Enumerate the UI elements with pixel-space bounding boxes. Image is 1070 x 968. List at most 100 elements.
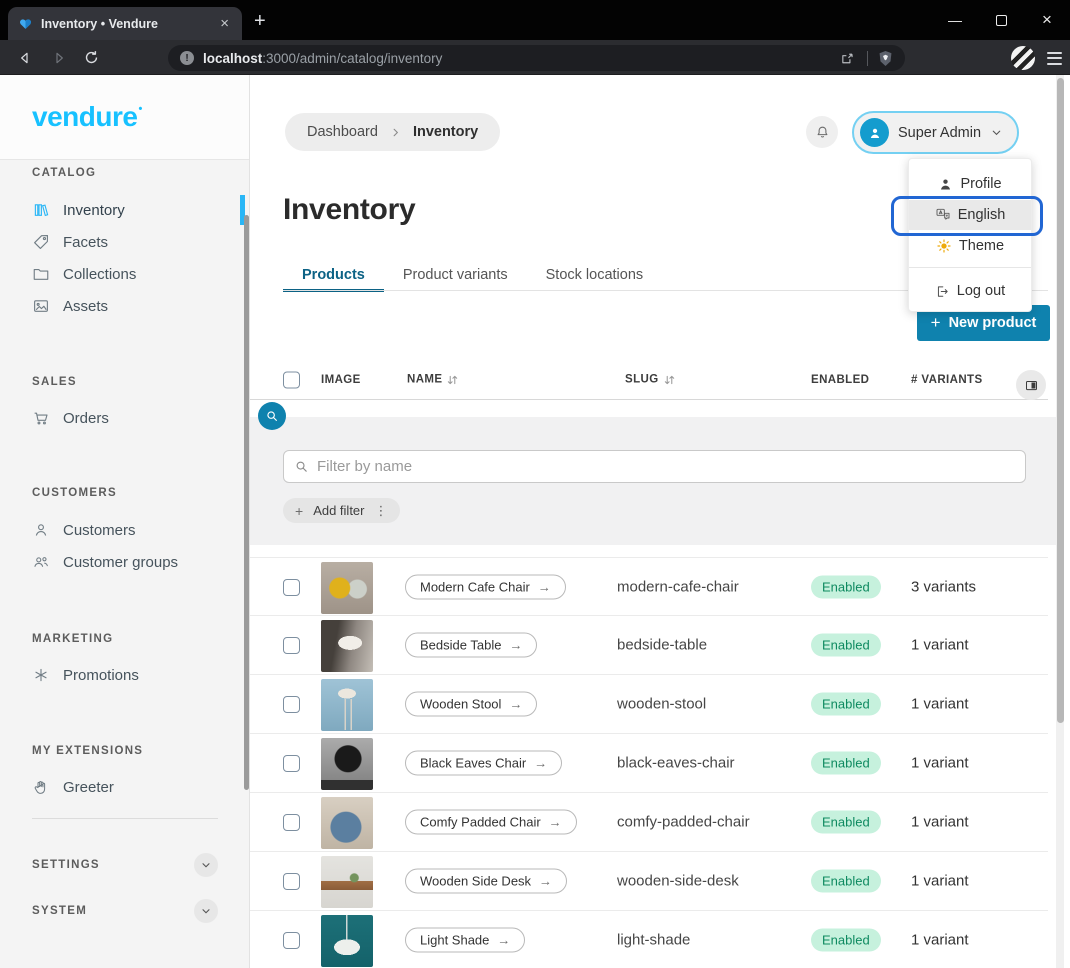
waving-hand-icon (32, 778, 50, 796)
reload-button[interactable] (76, 40, 106, 75)
product-slug: black-eaves-chair (617, 755, 735, 772)
product-image (321, 915, 373, 967)
status-badge: Enabled (811, 693, 881, 716)
sidebar-item-greeter[interactable]: Greeter (20, 773, 220, 801)
sidebar-scrollbar[interactable] (244, 215, 249, 790)
breadcrumb-dashboard[interactable]: Dashboard (307, 124, 378, 140)
product-image (321, 679, 373, 731)
bell-icon (814, 124, 831, 141)
sidebar-item-inventory[interactable]: Inventory (20, 196, 220, 224)
column-header-name[interactable]: NAME (407, 373, 459, 386)
section-label-customers: CUSTOMERS (32, 487, 117, 499)
arrow-right-icon: → (509, 638, 522, 653)
row-checkbox[interactable] (283, 873, 300, 890)
status-badge: Enabled (811, 752, 881, 775)
window-minimize-button[interactable]: — (932, 0, 978, 40)
product-name-link[interactable]: Black Eaves Chair→ (405, 751, 562, 776)
library-icon (32, 201, 50, 219)
product-name-link[interactable]: Wooden Side Desk→ (405, 869, 567, 894)
url-bar[interactable]: ! localhost:3000/admin/catalog/inventory (168, 45, 905, 71)
arrow-right-icon: → (534, 756, 547, 771)
status-badge: Enabled (811, 811, 881, 834)
chevron-down-icon[interactable] (194, 853, 218, 877)
column-header-slug[interactable]: SLUG (625, 373, 676, 386)
sidebar-item-facets[interactable]: Facets (20, 228, 220, 256)
chevron-down-icon[interactable] (194, 899, 218, 923)
menu-item-profile[interactable]: Profile (909, 169, 1031, 199)
browser-menu-icon[interactable] (1047, 52, 1062, 65)
page-scrollbar-thumb[interactable] (1057, 78, 1064, 723)
sidebar-item-promotions[interactable]: Promotions (20, 661, 220, 689)
variant-count: 1 variant (911, 637, 969, 654)
variant-count: 3 variants (911, 578, 976, 595)
menu-item-language[interactable]: English (909, 200, 1031, 230)
site-info-icon[interactable]: ! (180, 51, 194, 65)
sidebar-item-orders[interactable]: Orders (20, 404, 220, 432)
sidebar-section-system[interactable]: SYSTEM (32, 898, 218, 924)
menu-item-logout[interactable]: Log out (909, 276, 1031, 306)
notifications-button[interactable] (806, 116, 838, 148)
row-checkbox[interactable] (283, 755, 300, 772)
sidebar-item-assets[interactable]: Assets (20, 292, 220, 320)
filter-by-name-input[interactable] (317, 458, 1015, 475)
tab-product-variants[interactable]: Product variants (384, 258, 527, 291)
product-slug: comfy-padded-chair (617, 814, 750, 831)
sidebar-item-customers[interactable]: Customers (20, 516, 220, 544)
forward-button[interactable] (44, 40, 74, 75)
row-checkbox[interactable] (283, 579, 300, 596)
product-name-link[interactable]: Wooden Stool→ (405, 692, 537, 717)
window-close-button[interactable]: × (1024, 0, 1070, 40)
table-row: Comfy Padded Chair→ comfy-padded-chair E… (250, 793, 1048, 852)
logout-icon (935, 284, 950, 299)
variant-count: 1 variant (911, 932, 969, 949)
product-image (321, 562, 373, 614)
kebab-menu-icon[interactable]: ⋮ (375, 503, 388, 519)
sidebar-item-collections[interactable]: Collections (20, 260, 220, 288)
product-name-link[interactable]: Bedside Table→ (405, 633, 537, 658)
share-icon[interactable] (840, 50, 857, 67)
page-title: Inventory (283, 193, 415, 227)
folder-icon (32, 265, 50, 283)
row-checkbox[interactable] (283, 814, 300, 831)
select-all-checkbox[interactable] (283, 371, 300, 388)
column-header-variants: # VARIANTS (911, 374, 983, 386)
window-maximize-button[interactable] (978, 0, 1024, 40)
menu-item-theme[interactable]: Theme (909, 231, 1031, 261)
status-badge: Enabled (811, 575, 881, 598)
arrow-right-icon: → (497, 933, 510, 948)
user-dropdown-menu: Profile English Theme Log out (908, 158, 1032, 312)
chevron-right-icon (390, 127, 401, 138)
new-tab-button[interactable]: + (254, 10, 266, 33)
tab-products[interactable]: Products (283, 258, 384, 291)
search-toggle-button[interactable] (258, 402, 286, 430)
status-badge: Enabled (811, 634, 881, 657)
product-name-link[interactable]: Light Shade→ (405, 928, 525, 953)
users-icon (32, 553, 50, 571)
table-row: Bedside Table→ bedside-table Enabled 1 v… (250, 616, 1048, 675)
sort-icon (663, 373, 676, 386)
tab-close-icon[interactable]: × (217, 15, 232, 32)
tab-stock-locations[interactable]: Stock locations (527, 258, 663, 291)
column-settings-button[interactable] (1016, 370, 1046, 400)
back-button[interactable] (10, 40, 40, 75)
product-slug: modern-cafe-chair (617, 578, 739, 595)
user-menu-button[interactable]: Super Admin (852, 111, 1019, 154)
arrow-right-icon: → (538, 579, 551, 594)
breadcrumb: Dashboard Inventory (285, 113, 500, 151)
translate-icon (935, 207, 951, 223)
row-checkbox[interactable] (283, 696, 300, 713)
row-checkbox[interactable] (283, 932, 300, 949)
brave-shield-icon[interactable] (878, 50, 893, 67)
browser-profile-avatar[interactable] (1011, 46, 1035, 70)
url-host: localhost (203, 51, 262, 66)
arrow-right-icon: → (549, 815, 562, 830)
row-checkbox[interactable] (283, 637, 300, 654)
add-filter-button[interactable]: + Add filter ⋮ (283, 498, 400, 523)
product-name-link[interactable]: Comfy Padded Chair→ (405, 810, 577, 835)
search-icon (265, 409, 279, 423)
product-image (321, 797, 373, 849)
sidebar-section-settings[interactable]: SETTINGS (32, 852, 218, 878)
browser-tab[interactable]: Inventory • Vendure × (8, 7, 242, 40)
sidebar-item-customer-groups[interactable]: Customer groups (20, 548, 220, 576)
product-name-link[interactable]: Modern Cafe Chair→ (405, 574, 566, 599)
